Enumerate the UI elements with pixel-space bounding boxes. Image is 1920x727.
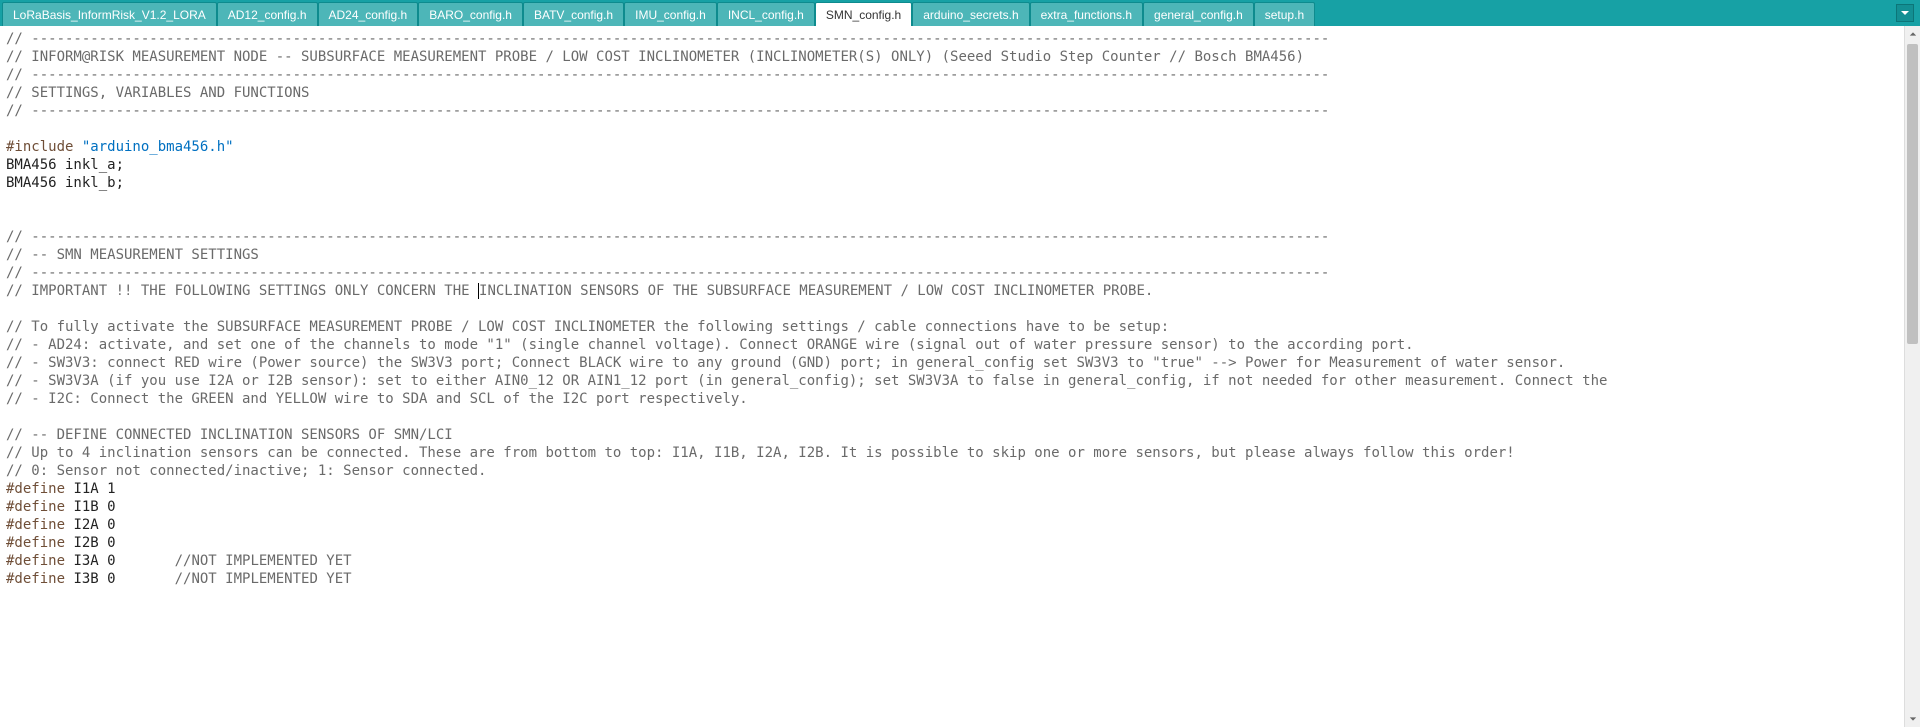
code-line: // - I2C: Connect the GREEN and YELLOW w… [6,391,748,407]
tab-ad12[interactable]: AD12_config.h [217,2,318,26]
code-token-define: #define [6,571,65,587]
tab-general[interactable]: general_config.h [1143,2,1254,26]
code-line: // - AD24: activate, and set one of the … [6,337,1414,353]
code-line: // - SW3V3A (if you use I2A or I2B senso… [6,373,1607,389]
code-line: // IMPORTANT !! THE FOLLOWING SETTINGS O… [6,283,478,299]
code-line: // INFORM@RISK MEASUREMENT NODE -- SUBSU… [6,49,1304,65]
code-line: // -------------------------------------… [6,229,1329,245]
code-token-include: #include [6,139,82,155]
code-line: // -------------------------------------… [6,265,1329,281]
code-token-define: #define [6,481,65,497]
code-line: // -- SMN MEASUREMENT SETTINGS [6,247,259,263]
code-line: // To fully activate the SUBSURFACE MEAS… [6,319,1169,335]
tab-imu[interactable]: IMU_config.h [624,2,717,26]
tab-overflow-button[interactable] [1896,4,1914,22]
code-token: I1B 0 [65,499,116,515]
code-line: BMA456 inkl_a; [6,157,124,173]
code-line: // -------------------------------------… [6,31,1329,47]
code-token-define: #define [6,553,65,569]
code-line: // - SW3V3: connect RED wire (Power sour… [6,355,1565,371]
code-line: // 0: Sensor not connected/inactive; 1: … [6,463,486,479]
editor-area: // -------------------------------------… [0,26,1920,727]
code-token-comment: //NOT IMPLEMENTED YET [175,553,352,569]
code-token: I3A 0 [65,553,175,569]
scroll-up-icon [1909,30,1917,38]
scroll-up-button[interactable] [1905,26,1920,42]
tab-ad24[interactable]: AD24_config.h [318,2,419,26]
scroll-thumb[interactable] [1907,44,1918,344]
code-token: I3B 0 [65,571,175,587]
code-token-define: #define [6,499,65,515]
code-token: I2B 0 [65,535,116,551]
code-token: I1A 1 [65,481,116,497]
code-line: // SETTINGS, VARIABLES AND FUNCTIONS [6,85,309,101]
code-line: // Up to 4 inclination sensors can be co… [6,445,1515,461]
code-token-comment: //NOT IMPLEMENTED YET [175,571,352,587]
vertical-scrollbar[interactable] [1904,26,1920,727]
scroll-down-button[interactable] [1905,711,1920,727]
tab-smn[interactable]: SMN_config.h [815,2,912,26]
tab-bar: LoRaBasis_InformRisk_V1.2_LORA AD12_conf… [0,0,1920,26]
scroll-down-icon [1909,715,1917,723]
tab-secrets[interactable]: arduino_secrets.h [912,2,1029,26]
tab-extra[interactable]: extra_functions.h [1030,2,1143,26]
code-line: // -------------------------------------… [6,103,1329,119]
code-token: I2A 0 [65,517,116,533]
code-line: BMA456 inkl_b; [6,175,124,191]
tab-lorabasis[interactable]: LoRaBasis_InformRisk_V1.2_LORA [2,2,217,26]
tab-baro[interactable]: BARO_config.h [418,2,523,26]
code-line: // -------------------------------------… [6,67,1329,83]
chevron-down-icon [1900,8,1910,18]
code-line: // -- DEFINE CONNECTED INCLINATION SENSO… [6,427,453,443]
code-token-define: #define [6,517,65,533]
tab-setup[interactable]: setup.h [1254,2,1315,26]
code-line: INCLINATION SENSORS OF THE SUBSURFACE ME… [479,283,1153,299]
code-token-define: #define [6,535,65,551]
code-token-string: "arduino_bma456.h" [82,139,234,155]
tab-batv[interactable]: BATV_config.h [523,2,624,26]
code-editor[interactable]: // -------------------------------------… [0,26,1904,727]
tab-incl[interactable]: INCL_config.h [717,2,815,26]
